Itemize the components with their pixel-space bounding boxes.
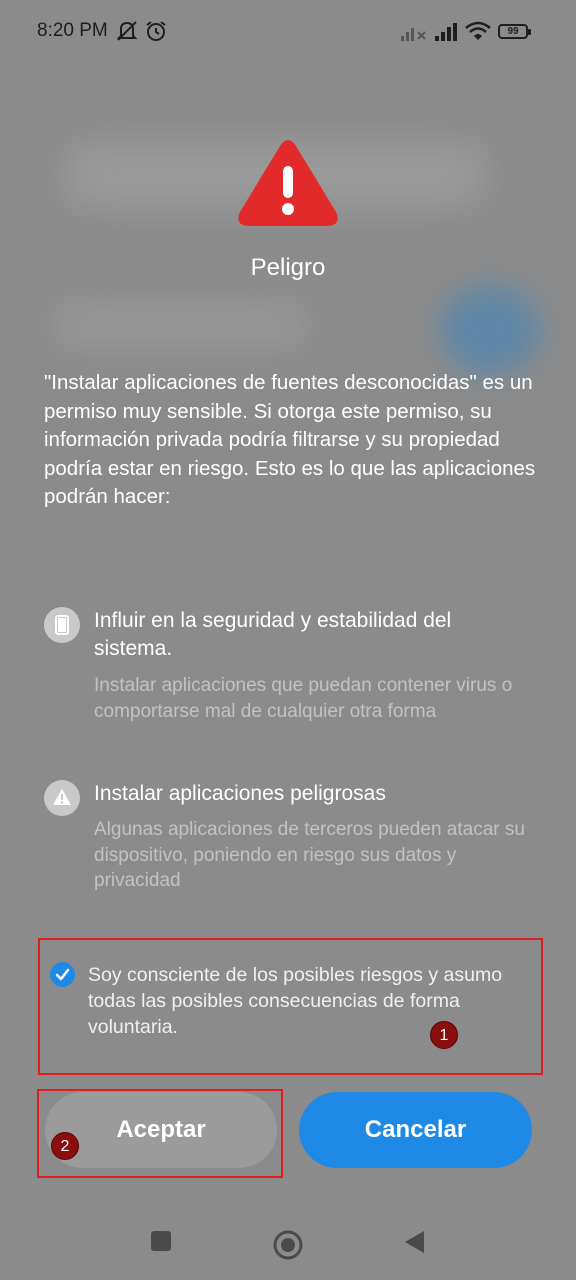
item-description: Algunas aplicaciones de terceros pueden … [94, 819, 525, 891]
wifi-icon [465, 21, 491, 40]
item-description: Instalar aplicaciones que puedan contene… [94, 675, 513, 722]
highlight-box [37, 1089, 283, 1178]
warning-small-icon [44, 780, 80, 816]
back-icon[interactable] [403, 1230, 425, 1254]
dialog-title: Peligro [250, 254, 326, 281]
consent-checkbox[interactable] [50, 962, 75, 987]
blurred-background [440, 285, 540, 375]
phone-icon [44, 607, 80, 643]
signal-icon [435, 23, 457, 41]
consent-label[interactable]: Soy consciente de los posibles riesgos y… [88, 962, 528, 1040]
home-icon[interactable] [272, 1229, 304, 1261]
blurred-background [50, 300, 310, 350]
step-badge: 2 [51, 1132, 79, 1160]
status-bar: 8:20 PM 99 [0, 0, 576, 62]
battery-indicator: 99 [498, 24, 531, 39]
cancel-button[interactable]: Cancelar [299, 1092, 532, 1168]
status-time: 8:20 PM [37, 20, 108, 41]
signal-off-icon [401, 28, 426, 41]
dialog-description: "Instalar aplicaciones de fuentes descon… [44, 371, 536, 508]
checkmark-icon [55, 968, 70, 981]
recents-icon[interactable] [150, 1230, 172, 1252]
muted-icon [116, 21, 138, 41]
item-title: Instalar aplicaciones peligrosas [94, 782, 386, 805]
item-title: Influir en la seguridad y estabilidad de… [94, 609, 452, 660]
step-badge: 1 [430, 1021, 458, 1049]
warning-icon [238, 140, 338, 226]
alarm-icon [146, 21, 166, 41]
